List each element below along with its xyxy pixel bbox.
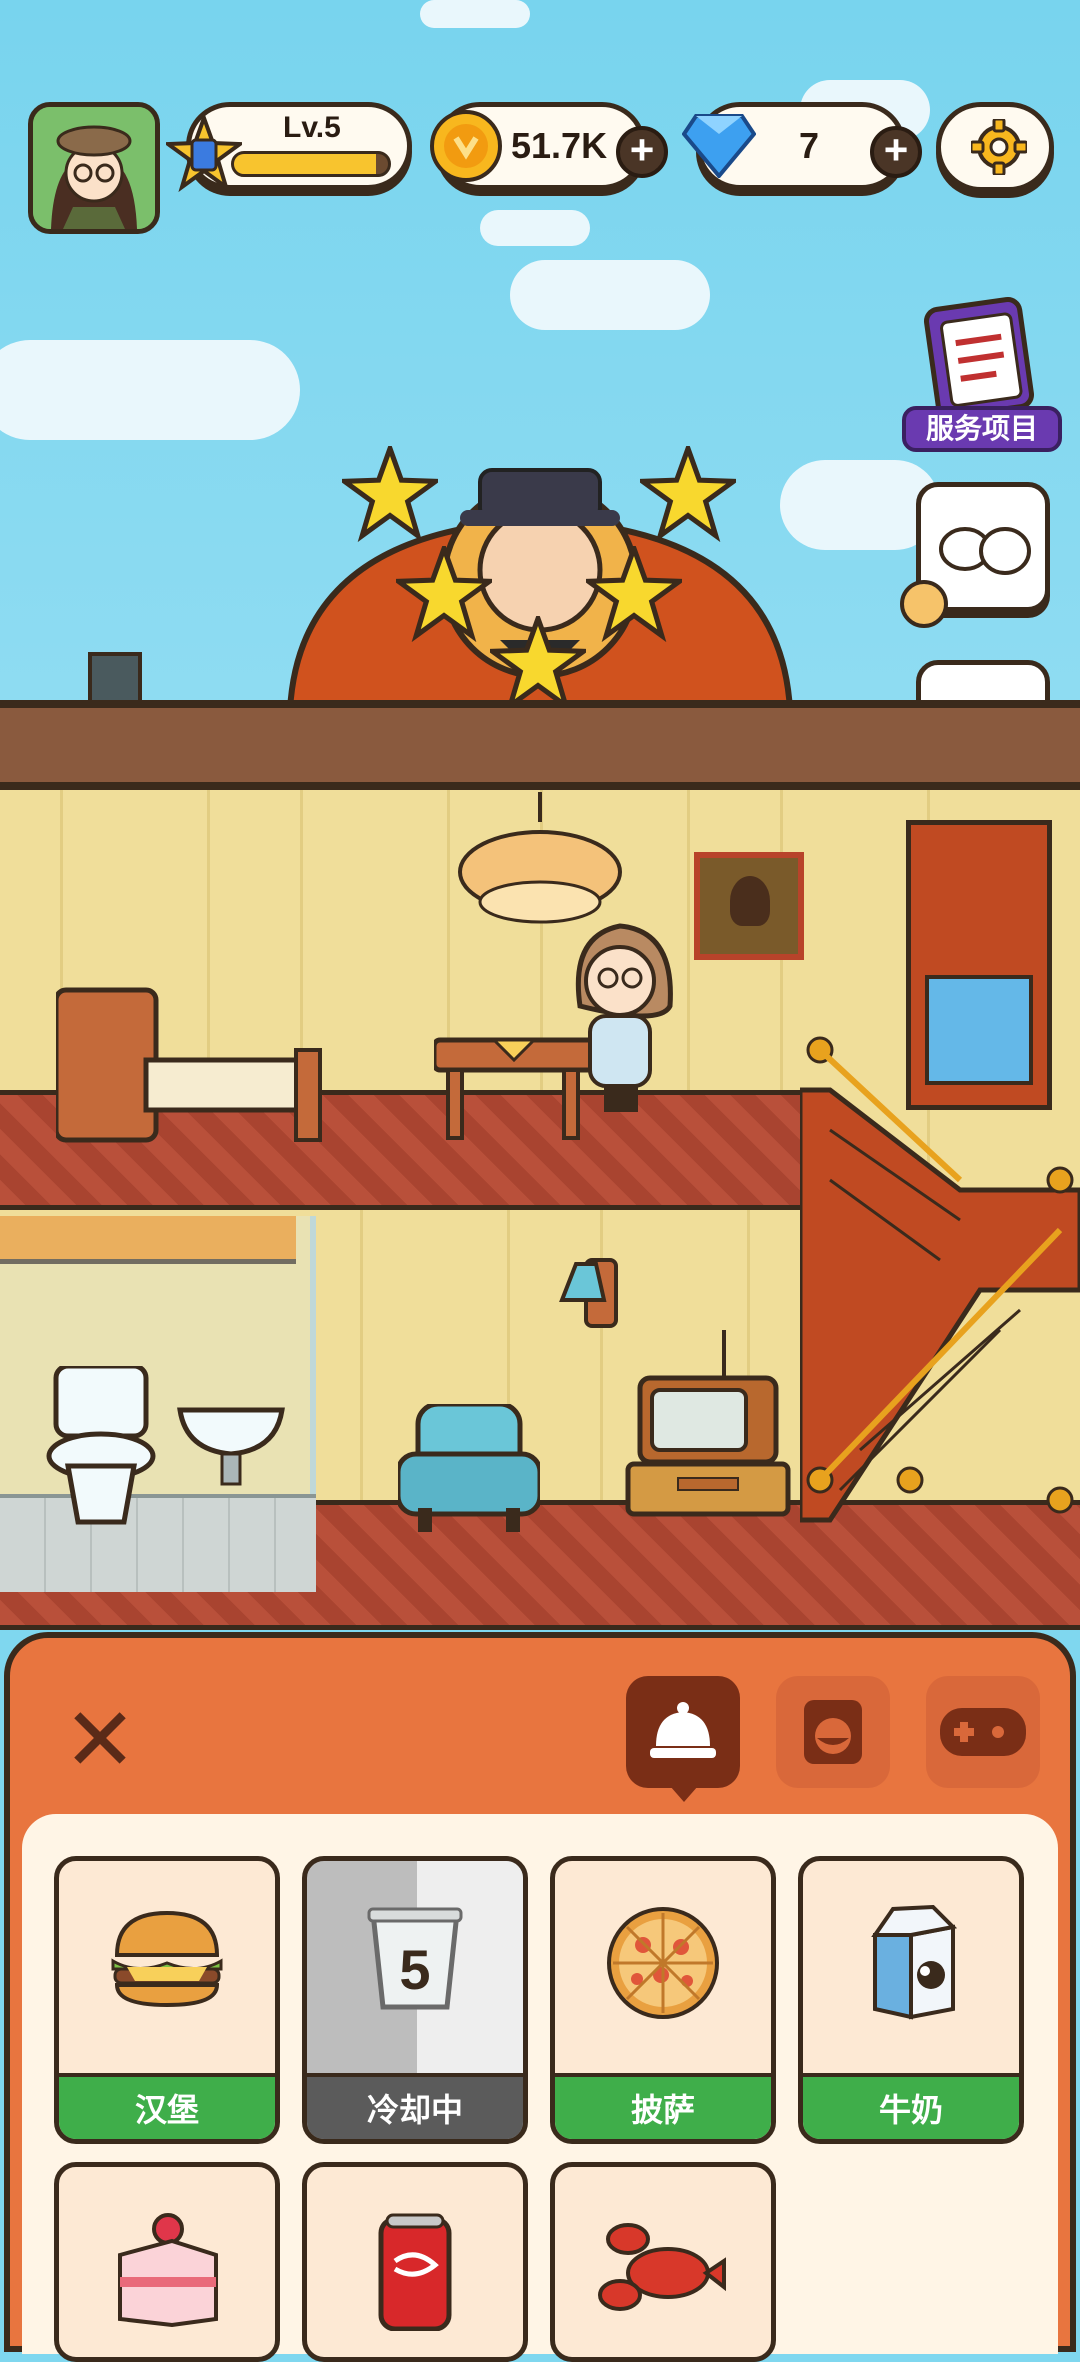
wall-lamp: [559, 1258, 618, 1328]
star-icon: [342, 446, 438, 542]
house-roof: [0, 700, 1080, 790]
service-list-label: 服务项目: [902, 406, 1062, 452]
gem-icon: [682, 114, 756, 178]
washing-machine-icon: [804, 1700, 862, 1764]
star-icon: [586, 546, 682, 642]
item-label: 汉堡: [59, 2073, 275, 2139]
requester-avatar: [900, 580, 948, 628]
level-star-icon: [166, 116, 242, 192]
item-card-lobster[interactable]: [550, 2162, 776, 2362]
toilet: [46, 1366, 156, 1525]
bed: [56, 987, 322, 1143]
tv-set: [625, 1330, 791, 1517]
cloud: [480, 210, 590, 246]
cloud: [420, 0, 530, 28]
cake-icon: [118, 2213, 218, 2327]
gem-amount: 7: [799, 125, 820, 166]
food-tab[interactable]: [626, 1676, 740, 1788]
add-gems-button[interactable]: +: [870, 126, 922, 178]
gear-icon: [971, 119, 1027, 175]
close-panel-button[interactable]: ✕: [58, 1696, 142, 1784]
pizza-icon: [607, 1907, 719, 2019]
item-card-cola[interactable]: [302, 2162, 528, 2362]
item-label: 披萨: [555, 2073, 771, 2139]
item-label: 牛奶: [803, 2073, 1019, 2139]
burger-icon: [111, 1910, 223, 2008]
avatar-portrait-icon: [33, 107, 155, 229]
item-card-burger[interactable]: 汉堡: [54, 1856, 280, 2144]
star-icon: [640, 446, 736, 542]
settings-button[interactable]: [936, 102, 1054, 192]
item-card-cooldown: 5 冷却中: [302, 1856, 528, 2144]
item-label: 冷却中: [307, 2073, 523, 2139]
coin-icon: [430, 110, 502, 182]
lobster-icon: [598, 2223, 726, 2311]
sink: [177, 1407, 285, 1486]
milk-carton-icon: [871, 1905, 958, 2020]
gamepad-icon: [940, 1708, 1026, 1756]
cloud: [0, 340, 300, 440]
coin-amount: 51.7K: [511, 125, 608, 166]
level-label: Lv.5: [283, 111, 341, 144]
star-icon: [490, 616, 586, 712]
item-card-milk[interactable]: 牛奶: [798, 1856, 1024, 2144]
strength-fists-icon: [939, 527, 1031, 575]
item-card-cake[interactable]: [54, 2162, 280, 2362]
level-progress-fill: [234, 154, 376, 174]
star-icon: [396, 546, 492, 642]
staircase: [800, 1036, 1080, 1523]
add-coins-button[interactable]: +: [616, 126, 668, 178]
clipboard-icon: [923, 297, 1035, 419]
service-bell-icon: [650, 1702, 716, 1758]
cooldown-counter: 5: [399, 1938, 431, 2001]
guest-character: [575, 923, 673, 1112]
player-avatar[interactable]: [28, 102, 160, 234]
laundry-tab[interactable]: [776, 1676, 890, 1788]
chandelier-icon: [458, 792, 622, 924]
framed-painting: [694, 852, 804, 960]
active-tab-pointer: [670, 1786, 698, 1802]
cola-can-icon: [378, 2213, 452, 2331]
armchair: [398, 1404, 540, 1532]
item-card-pizza[interactable]: 披萨: [550, 1856, 776, 2144]
games-tab[interactable]: [926, 1676, 1040, 1788]
level-progress-bar: [231, 151, 391, 177]
cloud: [510, 260, 710, 330]
